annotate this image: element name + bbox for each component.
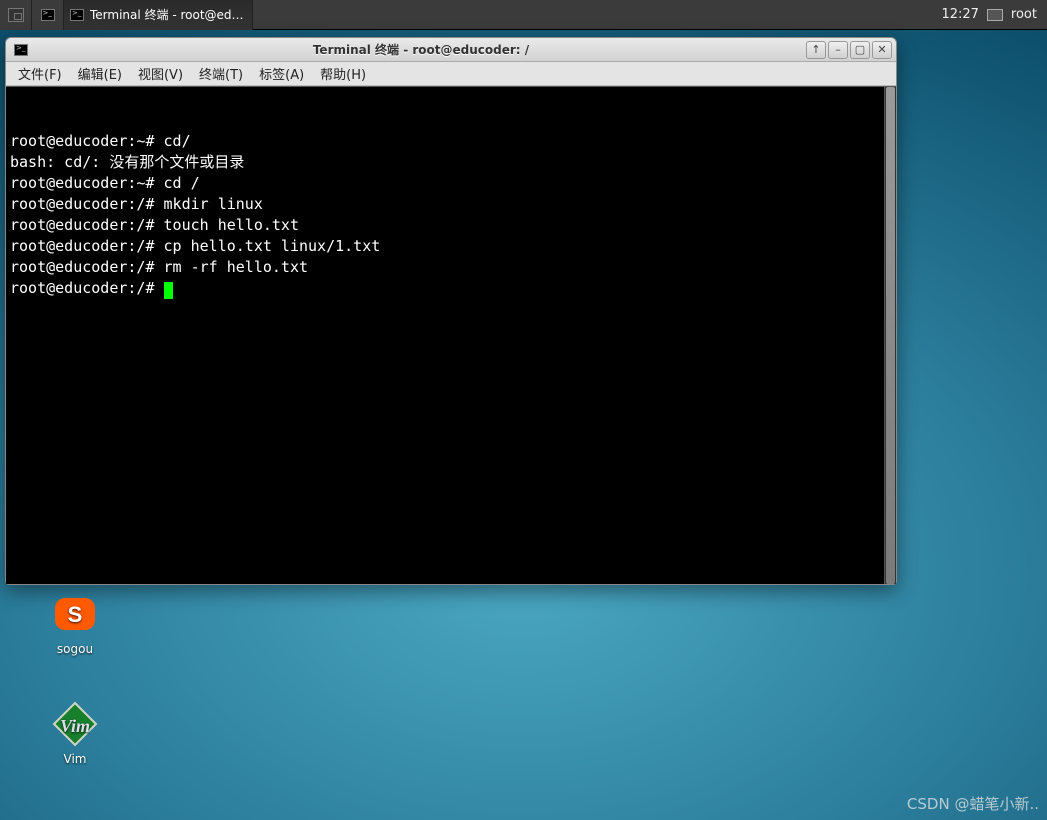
menu-view[interactable]: 视图(V) — [132, 62, 189, 85]
taskbar-task-terminal[interactable]: Terminal 终端 - root@ed… — [64, 0, 253, 30]
menu-help[interactable]: 帮助(H) — [314, 62, 372, 85]
terminal-line: root@educoder:/# — [10, 278, 878, 299]
titlebar-icon — [12, 41, 30, 59]
desktop-icon-sogou[interactable]: S sogou — [35, 590, 115, 656]
menu-tabs[interactable]: 标签(A) — [253, 62, 310, 85]
minimize-button[interactable]: – — [828, 41, 848, 59]
scrollbar-thumb[interactable] — [886, 87, 895, 584]
menu-file[interactable]: 文件(F) — [12, 62, 68, 85]
taskbar-task-label: Terminal 终端 - root@ed… — [90, 6, 244, 23]
terminal-line: bash: cd/: 没有那个文件或目录 — [10, 152, 878, 173]
window-title: Terminal 终端 - root@educoder: / — [36, 41, 806, 58]
svg-text:Vim: Vim — [60, 716, 90, 736]
close-button[interactable]: ✕ — [872, 41, 892, 59]
terminal-line: root@educoder:~# cd/ — [10, 131, 878, 152]
terminal-body[interactable]: root@educoder:~# cd/bash: cd/: 没有那个文件或目录… — [6, 86, 896, 584]
titlebar[interactable]: Terminal 终端 - root@educoder: / ↑ – ▢ ✕ — [6, 38, 896, 62]
taskbar: Terminal 终端 - root@ed… 12:27 root — [0, 0, 1047, 30]
terminal-icon — [70, 9, 84, 21]
vim-icon: Vim — [51, 700, 99, 748]
launcher-button[interactable] — [32, 0, 64, 30]
menubar: 文件(F) 编辑(E) 视图(V) 终端(T) 标签(A) 帮助(H) — [6, 62, 896, 86]
terminal-window: Terminal 终端 - root@educoder: / ↑ – ▢ ✕ 文… — [5, 37, 897, 585]
cursor — [164, 282, 173, 299]
terminal-line: root@educoder:/# touch hello.txt — [10, 215, 878, 236]
user-label[interactable]: root — [1011, 7, 1037, 22]
scrollbar[interactable] — [884, 87, 896, 584]
terminal-line: root@educoder:~# cd / — [10, 173, 878, 194]
showdesktop-button[interactable] — [0, 0, 32, 30]
terminal-line: root@educoder:/# mkdir linux — [10, 194, 878, 215]
menu-terminal[interactable]: 终端(T) — [193, 62, 249, 85]
svg-text:S: S — [68, 602, 83, 627]
keyboard-icon[interactable] — [987, 9, 1003, 21]
watermark: CSDN @蜡笔小新.. — [907, 793, 1039, 814]
desktop-icon-label: Vim — [35, 752, 115, 766]
menu-edit[interactable]: 编辑(E) — [72, 62, 128, 85]
scroll-up-button[interactable]: ↑ — [806, 41, 826, 59]
terminal-line: root@educoder:/# rm -rf hello.txt — [10, 257, 878, 278]
sogou-icon: S — [51, 590, 99, 638]
desktop-icon-label: sogou — [35, 642, 115, 656]
terminal-line: root@educoder:/# cp hello.txt linux/1.tx… — [10, 236, 878, 257]
clock[interactable]: 12:27 — [941, 7, 978, 22]
desktop-icon-vim[interactable]: Vim Vim — [35, 700, 115, 766]
maximize-button[interactable]: ▢ — [850, 41, 870, 59]
system-tray: 12:27 root — [931, 7, 1047, 22]
